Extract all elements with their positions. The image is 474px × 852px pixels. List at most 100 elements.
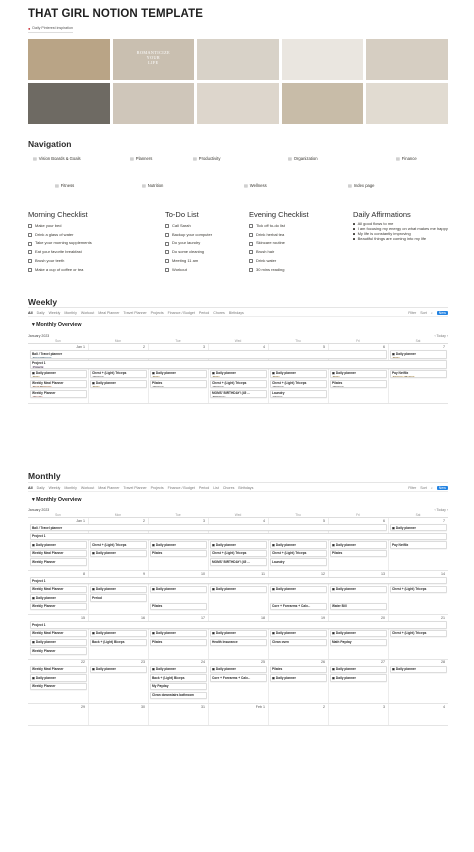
gallery-image[interactable] (197, 39, 279, 80)
event-card[interactable]: ▣ Daily plannerDaily (29, 638, 87, 646)
checklist-item[interactable]: Do some cleaning (165, 248, 212, 257)
checkbox[interactable] (165, 224, 169, 229)
checkbox[interactable] (165, 259, 169, 264)
view-tab[interactable]: Finance / Budget (168, 486, 195, 490)
view-tab[interactable]: Period (199, 486, 209, 490)
gallery-image[interactable] (28, 83, 110, 124)
gallery-image[interactable] (28, 39, 110, 80)
event-card[interactable]: Chest + (Light) TricepsWorkout (209, 379, 267, 389)
view-tab[interactable]: Projects (151, 486, 164, 490)
event-card[interactable]: Chest + (Light) TricepsWorkout (89, 369, 147, 379)
event-card[interactable]: Core + Forearms + Calv...Workout (269, 602, 327, 611)
checklist-item[interactable]: Backup your computer (165, 231, 212, 240)
event-card[interactable]: ▣ Daily plannerDaily (209, 369, 267, 379)
event-card[interactable]: ▣ Daily plannerDaily (269, 369, 327, 379)
checkbox[interactable] (165, 233, 169, 238)
event-card[interactable]: ▣ Daily plannerDaily (149, 629, 207, 638)
gallery-image[interactable] (281, 39, 364, 80)
event-card[interactable]: ▣ Daily plannerDaily (269, 541, 327, 549)
gallery-image[interactable] (112, 83, 195, 124)
event-card[interactable]: ▣ Daily plannerDaily (29, 594, 87, 602)
event-card[interactable]: Project 1Projects (29, 359, 447, 369)
event-card[interactable]: PilatesWorkout (329, 549, 387, 558)
event-card[interactable]: ▣ Daily plannerDaily (209, 585, 267, 593)
event-card[interactable]: My PaydayFinance / Budget (149, 682, 207, 691)
view-tab[interactable]: Travel Planner (123, 486, 146, 490)
view-tab[interactable]: Chores (213, 311, 225, 315)
event-card[interactable]: Clean ovenChores (269, 638, 327, 646)
view-tab[interactable]: Finance / Budget (168, 311, 195, 315)
event-card[interactable]: ▣ Daily plannerDaily (209, 665, 267, 674)
event-card[interactable]: ▣ Daily plannerDaily (269, 585, 327, 593)
checkbox[interactable] (249, 267, 253, 272)
event-card[interactable]: ▣ Daily plannerDaily (329, 541, 387, 549)
event-card[interactable]: Chest + (Light) TricepsWorkout (89, 541, 147, 549)
event-card[interactable]: ▣ Daily plannerDaily (89, 585, 147, 593)
checkbox[interactable] (249, 233, 253, 238)
checkbox[interactable] (165, 267, 169, 272)
event-card[interactable]: LaundryChores (269, 389, 327, 399)
view-tab[interactable]: Workout (81, 486, 94, 490)
checkbox[interactable] (165, 241, 169, 246)
checklist-item[interactable]: Meeting 11 am (165, 257, 212, 266)
gallery-image[interactable] (197, 83, 279, 124)
event-card[interactable]: Chest + (Light) TricepsWorkout (269, 379, 327, 389)
event-card[interactable]: ▣ Daily plannerDaily (209, 541, 267, 549)
event-card[interactable]: Chest + (Light) TricepsWorkout (209, 549, 267, 558)
checkbox[interactable] (165, 250, 169, 255)
view-tab[interactable]: Period (199, 311, 209, 315)
gallery-image[interactable] (366, 83, 448, 124)
event-card[interactable]: PilatesWorkout (149, 602, 207, 611)
event-card[interactable]: Math PaydayFinance / Budget (329, 638, 387, 646)
event-card[interactable]: Bali / Travel plannerTravel Planner (29, 350, 387, 359)
checklist-item[interactable]: Eat your favorite breakfast (28, 248, 92, 257)
event-card[interactable]: ▣ Daily plannerDaily (269, 674, 327, 682)
checklist-item[interactable]: Tick off to-do list (249, 222, 285, 231)
event-card[interactable]: Weekly Meal PlannerMeal Planners (29, 585, 87, 593)
checkbox[interactable] (249, 259, 253, 264)
nav-link[interactable]: ▤ Nutrition (142, 183, 163, 188)
event-card[interactable]: ▣ Daily plannerDaily (89, 629, 147, 638)
event-card[interactable]: Weekly Meal PlannerMeal Planners (29, 665, 87, 674)
event-card[interactable]: ▣ Daily plannerDaily (29, 369, 87, 379)
event-card[interactable]: ▣ Daily plannerDaily (149, 541, 207, 549)
event-card[interactable]: Chest + (Light) TricepsWorkout (269, 549, 327, 558)
view-tab[interactable]: Monthly (64, 486, 77, 490)
today-button[interactable]: Today (437, 508, 446, 512)
event-card[interactable]: Weekly PlannerWeekly (29, 558, 87, 566)
event-card[interactable]: ▣ Daily plannerDaily (149, 665, 207, 674)
event-card[interactable]: ▣ Daily plannerDaily (329, 665, 387, 674)
event-card[interactable]: Core + Forearms + Calv...Workout (209, 674, 267, 682)
event-card[interactable]: ▣ Daily plannerDaily (29, 674, 87, 682)
view-tab[interactable]: Meal Planner (98, 486, 119, 490)
checklist-item[interactable]: Brush hair (249, 248, 285, 257)
checkbox[interactable] (28, 267, 32, 272)
event-card[interactable]: ▣ Daily plannerDaily (389, 524, 447, 532)
nav-link[interactable]: ▤ Vision Boards & Goals (33, 156, 81, 161)
event-card[interactable]: Weekly PlannerWeekly (29, 602, 87, 611)
event-card[interactable]: Clean downstairs bathroomChores (149, 691, 207, 699)
view-tab[interactable]: All (28, 311, 33, 315)
event-card[interactable]: ▣ Daily plannerDaily (89, 665, 147, 674)
checklist-item[interactable]: Brush your teeth (28, 257, 92, 266)
checkbox[interactable] (28, 233, 32, 238)
event-card[interactable]: Weekly PlannerWeekly (29, 647, 87, 655)
view-tab[interactable]: Workout (81, 311, 94, 315)
event-card[interactable]: ▣ Daily plannerDaily (89, 549, 147, 558)
event-card[interactable]: ▣ Daily plannerDaily (329, 369, 387, 379)
checkbox[interactable] (28, 259, 32, 264)
view-tab[interactable]: List (213, 486, 219, 490)
view-tab[interactable]: Projects (151, 311, 164, 315)
nav-link[interactable]: ▤ Organization (288, 156, 318, 161)
view-tab[interactable]: Chores (223, 486, 235, 490)
event-card[interactable]: ▣ Daily plannerDaily (209, 629, 267, 638)
checkbox[interactable] (249, 241, 253, 246)
event-card[interactable]: Bali / Travel plannerTravel Planner (29, 524, 387, 532)
event-card[interactable]: LaundryChores (269, 558, 327, 566)
event-card[interactable]: PilatesWorkout (269, 665, 327, 674)
event-card[interactable]: Health InsuranceFinance / Budget (209, 638, 267, 646)
event-card[interactable]: Back + (Light) BicepsWorkout (149, 674, 207, 682)
event-card[interactable]: MOMS' BIRTHDAY! (45 ...Birthdays (209, 558, 267, 566)
view-tab[interactable]: All (28, 486, 33, 490)
nav-link[interactable]: ▤ Wellness (244, 183, 267, 188)
